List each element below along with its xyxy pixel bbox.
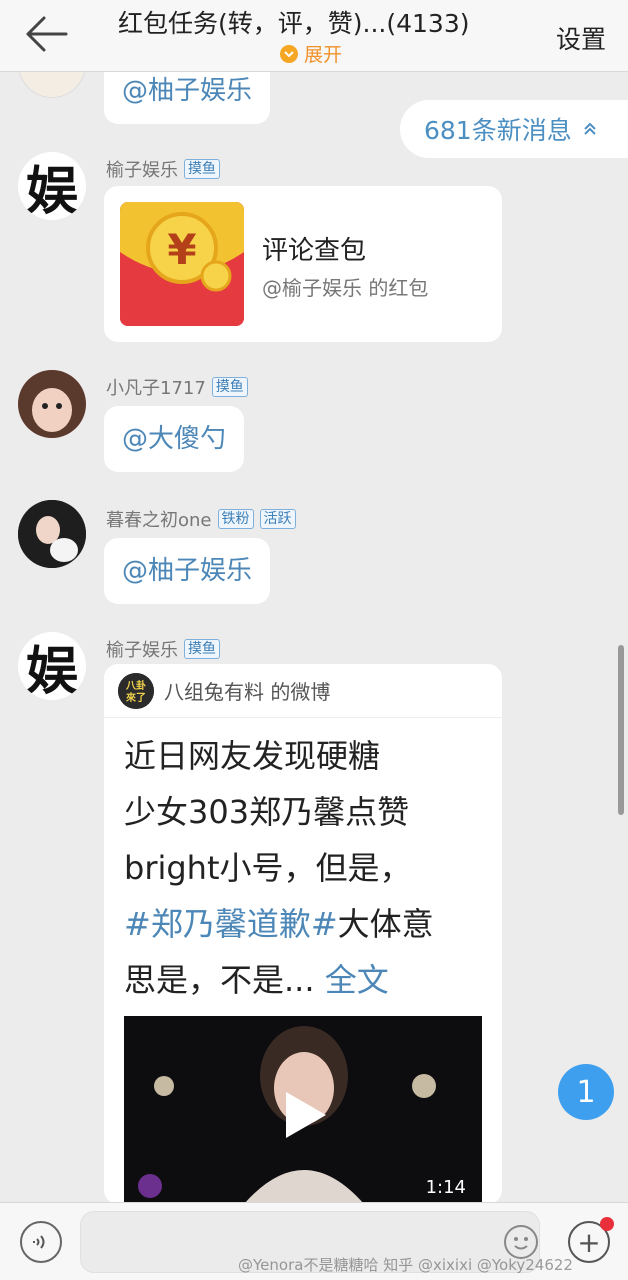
- watermark-text: @Yenora不是糖糖哈 知乎 @xixixi @Yoky24622: [238, 1256, 573, 1274]
- double-chevron-up-icon: [584, 122, 596, 135]
- sender-name: 小凡子1717 摸鱼: [106, 374, 248, 400]
- red-packet-icon: ¥: [120, 202, 244, 326]
- new-messages-label: 681条新消息: [424, 116, 572, 145]
- svg-text:八卦: 八卦: [125, 679, 146, 692]
- video-duration: 1:14: [425, 1177, 466, 1198]
- new-messages-button[interactable]: 681条新消息: [400, 100, 628, 158]
- group-title: 红包任务(转，评，赞)...(4133): [118, 9, 470, 38]
- video-thumbnail[interactable]: 1:14: [124, 1016, 482, 1204]
- weibo-source[interactable]: 八组兔有料 的微博: [164, 676, 330, 705]
- source-avatar: 八卦 來了: [118, 672, 154, 709]
- fan-tag: 摸鱼: [211, 377, 248, 397]
- weibo-line: bright小号，但是，: [124, 849, 412, 887]
- settings-button[interactable]: 设置: [556, 20, 606, 56]
- avatar[interactable]: [18, 500, 86, 568]
- chat-header: 红包任务(转，评，赞)...(4133) 展开 设置: [0, 0, 628, 72]
- weibo-text: 近日网友发现硬糖 少女303郑乃馨点赞 bright小号，但是， #郑乃馨道歉#…: [104, 718, 502, 1008]
- sender-label: 榆子娱乐: [106, 640, 178, 661]
- expand-label: 展开: [304, 44, 343, 66]
- weibo-line: #郑乃馨道歉#大体意: [124, 896, 482, 952]
- hashtag-link[interactable]: #郑乃馨道歉#: [124, 905, 338, 943]
- voice-icon[interactable]: [20, 1221, 62, 1263]
- weibo-line-text: 思是，不是...: [124, 961, 315, 999]
- notification-dot: [600, 1217, 614, 1231]
- unread-badge[interactable]: 1: [558, 1064, 614, 1120]
- channel-logo: [138, 1174, 162, 1198]
- sender-name: 暮春之初one 铁粉 活跃: [106, 506, 296, 532]
- sender-label: 榆子娱乐: [106, 160, 178, 181]
- sender-label: 小凡子1717: [106, 378, 206, 399]
- weibo-share-card[interactable]: 八卦 來了 八组兔有料 的微博 近日网友发现硬糖 少女303郑乃馨点赞 brig…: [104, 664, 502, 1204]
- play-icon[interactable]: [282, 1090, 328, 1140]
- active-tag: 活跃: [259, 509, 296, 529]
- message-bubble[interactable]: @大傻勺: [104, 406, 245, 472]
- avatar[interactable]: 娱: [18, 152, 86, 220]
- weibo-line: 少女303郑乃馨点赞: [124, 793, 410, 831]
- weibo-line: 思是，不是... 全文: [124, 952, 482, 1008]
- mention-text[interactable]: @柚子娱乐: [104, 538, 270, 604]
- fan-tag: 铁粉: [217, 509, 254, 529]
- fan-tag: 摸鱼: [184, 639, 220, 659]
- message-bubble[interactable]: @柚子娱乐: [104, 538, 271, 604]
- expand-button[interactable]: 展开: [280, 40, 342, 67]
- scrollbar[interactable]: [618, 645, 624, 815]
- sender-name: 榆子娱乐 摸鱼: [106, 636, 220, 662]
- source-logo: 八卦 來了: [118, 672, 154, 709]
- sender-label: 暮春之初one: [106, 510, 212, 531]
- weibo-line-rest: 大体意: [337, 905, 434, 943]
- back-arrow-icon[interactable]: [22, 12, 72, 56]
- svg-text:¥: ¥: [167, 225, 196, 274]
- sender-name: 榆子娱乐 摸鱼: [106, 156, 220, 182]
- fan-tag: 摸鱼: [184, 159, 220, 179]
- red-packet-title: 评论查包: [262, 236, 367, 266]
- chevron-down-icon: [280, 44, 298, 63]
- full-text-link[interactable]: 全文: [325, 961, 389, 999]
- weibo-header: 八卦 來了 八组兔有料 的微博: [104, 664, 502, 718]
- weibo-line: 近日网友发现硬糖: [124, 737, 381, 775]
- avatar[interactable]: 娱: [18, 632, 86, 700]
- red-packet-card[interactable]: ¥ 评论查包 @榆子娱乐 的红包: [104, 186, 502, 342]
- svg-text:來了: 來了: [126, 691, 146, 704]
- mention-text[interactable]: @大傻勺: [104, 406, 244, 472]
- avatar[interactable]: [18, 370, 86, 438]
- red-packet-subtitle: @榆子娱乐 的红包: [262, 276, 429, 300]
